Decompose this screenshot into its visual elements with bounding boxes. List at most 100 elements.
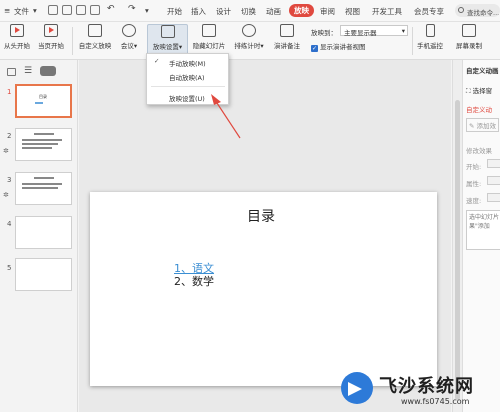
slide-item[interactable]: 2、数学	[174, 273, 214, 289]
panel-header: 自定义动画	[466, 67, 499, 75]
slide-number: 3	[7, 176, 12, 184]
screen-record-label: 屏幕录制	[456, 42, 482, 50]
meeting-button[interactable]: 会议▾	[117, 24, 141, 50]
more-icon[interactable]: ▾	[145, 6, 149, 15]
hide-slide-button[interactable]: 隐藏幻灯片	[191, 24, 227, 50]
slide-number: 4	[7, 220, 12, 228]
tab-member[interactable]: 会员专享	[414, 6, 444, 17]
speaker-notes-label: 演讲备注	[274, 42, 300, 50]
ribbon: 从头开始 当页开始 自定义放映 会议▾ 放映设置▾ 隐藏幻灯片 排练计时▾ 演讲…	[0, 22, 500, 60]
animation-list[interactable]: 选中幻灯片果"添加	[466, 210, 500, 250]
slide-thumb-4[interactable]	[15, 216, 72, 249]
thumb-line	[22, 147, 52, 149]
screen-record-button[interactable]: 屏幕录制	[453, 24, 485, 50]
from-start-button[interactable]: 从头开始	[2, 24, 32, 50]
menu-item-manual-show[interactable]: ✓ 手动放映(M)	[147, 56, 228, 68]
scrollbar-thumb[interactable]	[455, 100, 460, 400]
tab-transition[interactable]: 切换	[241, 6, 256, 17]
redo-icon[interactable]: ↷	[128, 4, 136, 14]
speed-select[interactable]	[487, 193, 500, 202]
speaker-notes-button[interactable]: 演讲备注	[271, 24, 303, 50]
watermark-title: 飞沙系统网	[379, 376, 474, 397]
thumb-line	[35, 102, 43, 104]
tab-review[interactable]: 审阅	[320, 6, 335, 17]
menu-file[interactable]: 文件	[14, 6, 29, 17]
tab-slideshow[interactable]: 放映	[289, 4, 314, 17]
start-select[interactable]	[487, 159, 500, 168]
show-to-select[interactable]: 主要显示器 ▾	[340, 25, 408, 37]
clock-icon	[242, 24, 256, 37]
watermark-logo-icon	[341, 372, 373, 404]
thumb-line	[34, 133, 54, 135]
custom-show-label: 自定义放映	[78, 42, 112, 50]
rehearse-button[interactable]: 排练计时▾	[230, 24, 268, 50]
tab-design[interactable]: 设计	[216, 6, 231, 17]
meeting-label: 会议	[120, 42, 134, 50]
play-current-icon	[44, 24, 58, 37]
thumb-line	[22, 139, 62, 141]
tab-animation[interactable]: 动画	[266, 6, 281, 17]
add-effect-button[interactable]: ✎ 添加效	[466, 118, 500, 132]
tab-insert[interactable]: 插入	[191, 6, 206, 17]
red-arrow-annotation	[211, 94, 241, 139]
select-pane-button[interactable]: ⛶ 选择窗	[466, 85, 492, 96]
show-to-label: 放映到：	[311, 29, 337, 37]
slide-number: 2	[7, 132, 12, 140]
hide-slide-icon	[202, 24, 216, 37]
slide-thumb-1[interactable]: 目录	[15, 84, 72, 118]
hamburger-icon[interactable]: ≡	[4, 6, 10, 15]
outline-view-icon[interactable]	[7, 68, 16, 76]
presenter-view-checkbox[interactable]: ✓ 显示演讲者视图	[311, 41, 366, 52]
show-settings-label: 放映设置	[152, 43, 179, 51]
watermark-url: www.fs0745.com	[401, 397, 470, 406]
start-label: 开始:	[466, 163, 482, 171]
ribbon-divider	[72, 27, 73, 55]
print-icon[interactable]	[76, 5, 86, 15]
manual-show-label: 手动放映(M)	[169, 60, 206, 68]
show-to-value: 主要显示器	[344, 29, 377, 37]
property-select[interactable]	[487, 176, 500, 185]
play-icon	[10, 24, 24, 37]
notes-icon	[280, 24, 294, 37]
slide-title[interactable]: 目录	[247, 206, 275, 226]
undo-icon[interactable]: ↶	[107, 4, 115, 14]
phone-remote-button[interactable]: 手机遥控	[415, 24, 445, 50]
chevron-down-icon: ▾	[401, 27, 405, 35]
animation-hint: 选中幻灯片果"添加	[469, 214, 500, 230]
checkmark-icon: ✓	[311, 45, 318, 52]
list-view-icon[interactable]: ☰	[24, 66, 32, 76]
current-slide[interactable]: 目录 1、语文 2、数学	[90, 192, 437, 386]
rehearse-label: 排练计时	[234, 42, 261, 50]
custom-show-icon	[88, 24, 102, 37]
tab-view[interactable]: 视图	[345, 6, 360, 17]
save-icon[interactable]	[48, 5, 58, 15]
record-icon	[462, 24, 476, 37]
slide-thumb-3[interactable]	[15, 172, 72, 205]
tab-developer[interactable]: 开发工具	[372, 6, 402, 17]
thumb-line	[34, 177, 54, 179]
search-input[interactable]: 查找命令...	[455, 4, 500, 17]
export-icon[interactable]	[62, 5, 72, 15]
chevron-down-icon: ▾	[133, 42, 138, 50]
custom-anim-title: 自定义动	[466, 106, 492, 114]
from-start-label: 从头开始	[4, 42, 30, 50]
modify-effect-label: 修改效果	[466, 147, 492, 155]
chevron-down-icon[interactable]: ▾	[33, 6, 37, 15]
preview-icon[interactable]	[90, 5, 100, 15]
thumbnail-view-icon[interactable]	[40, 66, 56, 76]
vertical-scrollbar[interactable]	[452, 60, 462, 412]
chevron-down-icon: ▾	[260, 42, 264, 50]
slide-thumb-5[interactable]	[15, 258, 72, 291]
slide-number: 5	[7, 264, 12, 272]
menu-item-auto-show[interactable]: 自动放映(A)	[147, 70, 228, 82]
slide-thumb-2[interactable]	[15, 128, 72, 161]
phone-remote-label: 手机遥控	[417, 42, 443, 50]
from-current-button[interactable]: 当页开始	[35, 24, 67, 50]
custom-show-button[interactable]: 自定义放映	[76, 24, 114, 50]
pen-icon: ✎	[469, 122, 477, 130]
select-pane-label: 选择窗	[472, 87, 493, 95]
tab-home[interactable]: 开始	[167, 6, 182, 17]
add-effect-label: 添加效	[476, 122, 497, 130]
settings-screen-icon	[160, 25, 175, 38]
menu-bar: ≡ 文件 ▾ ↶ ↷ ▾ 开始 插入 设计 切换 动画 放映 审阅 视图 开发工…	[0, 0, 500, 22]
